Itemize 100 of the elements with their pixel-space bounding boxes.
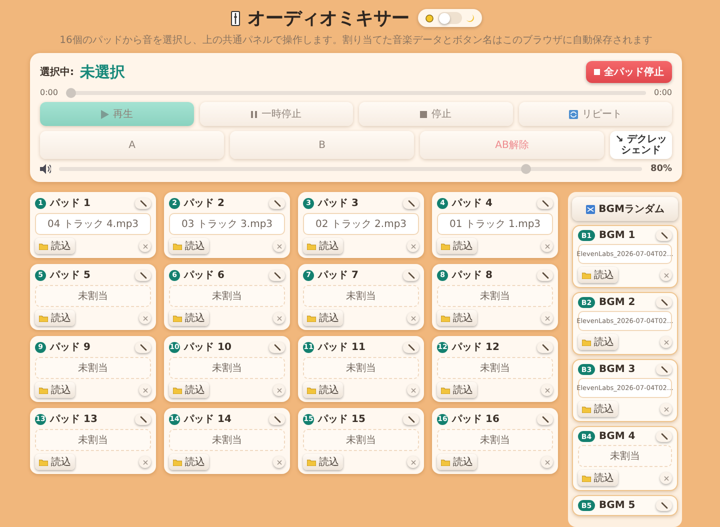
load-button[interactable]: 読込 — [303, 238, 343, 254]
load-button[interactable]: 読込 — [303, 310, 343, 326]
edit-button[interactable] — [537, 198, 553, 208]
folder-icon — [173, 386, 182, 394]
clear-button[interactable] — [407, 240, 419, 252]
clear-button[interactable] — [541, 456, 553, 468]
edit-button[interactable] — [135, 414, 151, 424]
clear-button[interactable] — [407, 384, 419, 396]
load-button[interactable]: 読込 — [578, 470, 618, 486]
file-name: 未割当 — [169, 429, 285, 451]
edit-button[interactable] — [403, 414, 419, 424]
folder-icon — [39, 458, 48, 466]
edit-button[interactable] — [269, 342, 285, 352]
edit-button[interactable] — [403, 198, 419, 208]
edit-button[interactable] — [135, 198, 151, 208]
clear-button[interactable] — [407, 456, 419, 468]
edit-button[interactable] — [656, 230, 672, 241]
selected-label: 選択中: — [40, 66, 74, 79]
edit-button[interactable] — [403, 342, 419, 352]
edit-button[interactable] — [656, 364, 672, 375]
clear-button[interactable] — [139, 240, 151, 252]
pad-name: BGM 4 — [599, 431, 636, 442]
close-icon — [664, 406, 668, 412]
edit-button[interactable] — [537, 414, 553, 424]
clear-button[interactable] — [273, 240, 285, 252]
clear-button[interactable] — [541, 240, 553, 252]
edit-button[interactable] — [403, 270, 419, 280]
volume-thumb[interactable] — [520, 164, 531, 174]
edit-button[interactable] — [656, 500, 672, 511]
edit-button[interactable] — [656, 297, 672, 308]
subtitle: 16個のパッドから音を選択し、上の共通パネルで操作します。割り当てた音楽データとボタン名はこのブラウザに自動保存されます — [60, 34, 652, 47]
edit-button[interactable] — [656, 431, 672, 442]
clear-button[interactable] — [407, 312, 419, 324]
edit-button[interactable] — [269, 270, 285, 280]
load-button[interactable]: 読込 — [169, 238, 209, 254]
load-button[interactable]: 読込 — [169, 382, 209, 398]
load-button[interactable]: 読込 — [437, 310, 477, 326]
file-name: 03 トラック 3.mp3 — [169, 213, 285, 235]
stop-icon — [594, 69, 600, 75]
pause-button[interactable]: 一時停止 — [200, 102, 353, 126]
clear-button[interactable] — [273, 456, 285, 468]
close-icon — [276, 388, 282, 392]
edit-button[interactable] — [135, 270, 151, 280]
clear-button[interactable] — [660, 472, 672, 484]
edit-button[interactable] — [537, 342, 553, 352]
close-icon — [276, 460, 282, 464]
sun-icon — [424, 14, 434, 22]
load-button[interactable]: 読込 — [437, 454, 477, 470]
load-button[interactable]: 読込 — [303, 382, 343, 398]
clear-button[interactable] — [139, 384, 151, 396]
repeat-icon — [568, 110, 578, 118]
edit-button[interactable] — [135, 342, 151, 352]
stop-button[interactable]: 停止 — [359, 102, 512, 126]
close-icon — [410, 388, 416, 392]
seek-thumb[interactable] — [66, 88, 76, 98]
clear-button[interactable] — [541, 312, 553, 324]
load-button[interactable]: 読込 — [578, 334, 618, 350]
edit-button[interactable] — [269, 414, 285, 424]
clear-button[interactable] — [139, 456, 151, 468]
clear-button[interactable] — [541, 384, 553, 396]
load-button[interactable]: 読込 — [578, 401, 618, 417]
folder-icon — [39, 314, 48, 322]
clear-button[interactable] — [660, 336, 672, 348]
load-button[interactable]: 読込 — [437, 238, 477, 254]
file-name: 04 トラック 4.mp3 — [35, 213, 151, 235]
load-button[interactable]: 読込 — [169, 310, 209, 326]
folder-icon — [441, 386, 450, 394]
load-button[interactable]: 読込 — [437, 382, 477, 398]
bgm-random-button[interactable]: BGMランダム — [572, 197, 678, 221]
edit-button[interactable] — [537, 270, 553, 280]
clear-button[interactable] — [273, 312, 285, 324]
decrescendo-button[interactable]: ↘ デクレッシェンド — [610, 131, 672, 159]
load-button[interactable]: 読込 — [35, 382, 75, 398]
play-icon — [100, 110, 109, 118]
file-name: 未割当 — [169, 357, 285, 379]
load-button[interactable]: 読込 — [169, 454, 209, 470]
load-button[interactable]: 読込 — [303, 454, 343, 470]
folder-icon — [582, 406, 591, 412]
close-icon — [142, 388, 148, 392]
close-icon — [142, 244, 148, 248]
load-button[interactable]: 読込 — [35, 310, 75, 326]
clear-button[interactable] — [660, 403, 672, 415]
theme-toggle[interactable] — [418, 9, 482, 27]
close-icon — [276, 244, 282, 248]
folder-icon — [173, 242, 182, 250]
clear-button[interactable] — [660, 269, 672, 281]
folder-icon — [582, 474, 591, 482]
clear-button[interactable] — [139, 312, 151, 324]
folder-icon — [307, 386, 316, 394]
toggle-switch[interactable] — [438, 12, 462, 24]
load-button[interactable]: 読込 — [578, 267, 618, 283]
pad-name: パッド 12 — [452, 341, 500, 354]
load-button[interactable]: 読込 — [35, 454, 75, 470]
file-name: 未割当 — [437, 429, 553, 451]
load-button[interactable]: 読込 — [35, 238, 75, 254]
pad-name: パッド 7 — [318, 269, 358, 282]
clear-button[interactable] — [273, 384, 285, 396]
pad-name: パッド 15 — [318, 413, 366, 426]
pad-name: パッド 14 — [184, 413, 232, 426]
edit-button[interactable] — [269, 198, 285, 208]
